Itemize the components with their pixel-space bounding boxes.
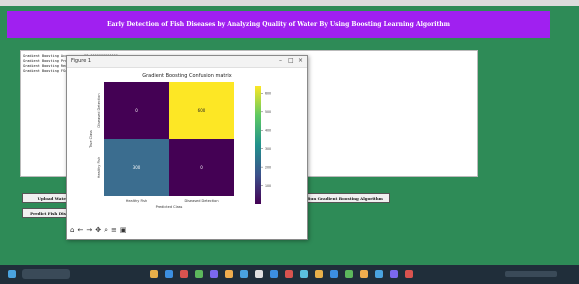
colorbar (255, 86, 261, 204)
app-icon[interactable] (195, 270, 203, 278)
app-icon[interactable] (405, 270, 413, 278)
file-explorer-icon[interactable] (150, 270, 158, 278)
figure-toolbar: ⌂ ← → ✥ ⌕ ≡ ▣ (70, 226, 127, 235)
colorbar-tick-label: 600 (265, 92, 271, 96)
app-icon[interactable] (210, 270, 218, 278)
colorbar-tick-label: 100 (265, 184, 271, 188)
cell-value-label: 0 (135, 108, 138, 113)
system-tray[interactable] (505, 271, 557, 277)
app-icon[interactable] (180, 270, 188, 278)
cell-value-label: 0 (200, 165, 203, 170)
x-tick-label: Diseased Detection (184, 199, 218, 203)
app-icon[interactable] (375, 270, 383, 278)
home-icon[interactable]: ⌂ (70, 226, 74, 235)
app-icon[interactable] (345, 270, 353, 278)
y-tick-label: Healthy Fish (97, 157, 101, 178)
app-icon[interactable] (330, 270, 338, 278)
run-gradient-boosting-button[interactable]: Run Gradient Boosting Algorithm (300, 193, 390, 203)
forward-icon[interactable]: → (86, 226, 92, 235)
cell-value-label: 300 (133, 165, 141, 170)
y-axis-label: True Class (89, 130, 93, 149)
cell-value-label: 600 (198, 108, 206, 113)
colorbar-tick-label: 500 (265, 110, 271, 114)
app-icon[interactable] (360, 270, 368, 278)
colorbar-tick-label: 200 (265, 165, 271, 169)
app-icon[interactable] (285, 270, 293, 278)
colorbar-tick-label: 400 (265, 128, 271, 132)
app-icon[interactable] (270, 270, 278, 278)
colorbar-tick-label: 300 (265, 147, 271, 151)
back-icon[interactable]: ← (77, 226, 83, 235)
app-icon[interactable] (240, 270, 248, 278)
app-icon[interactable] (225, 270, 233, 278)
app-icon[interactable] (390, 270, 398, 278)
y-tick-label: Diseased Detection (97, 93, 101, 127)
x-tick-label: Healthy Fish (126, 199, 147, 203)
app-icon[interactable] (315, 270, 323, 278)
confusion-matrix-chart: 0 600 300 0 Healthy Fish Diseased Detection Di… (89, 82, 271, 209)
browser-top-strip (0, 0, 579, 6)
taskbar (0, 265, 579, 284)
figure-window: Figure 1 – □ × Gradient Boosting Confusi… (66, 55, 308, 240)
save-icon[interactable]: ▣ (120, 226, 127, 235)
x-axis-label: Predicted Class (156, 205, 183, 209)
app-icon[interactable] (255, 270, 263, 278)
start-icon[interactable] (8, 270, 16, 278)
pan-icon[interactable]: ✥ (95, 226, 101, 235)
zoom-icon[interactable]: ⌕ (104, 226, 108, 235)
app-icon[interactable] (300, 270, 308, 278)
app-title-banner: Early Detection of Fish Diseases by Anal… (7, 11, 550, 38)
browser-icon[interactable] (165, 270, 173, 278)
taskbar-search-box[interactable] (22, 269, 70, 279)
configure-icon[interactable]: ≡ (111, 226, 117, 235)
